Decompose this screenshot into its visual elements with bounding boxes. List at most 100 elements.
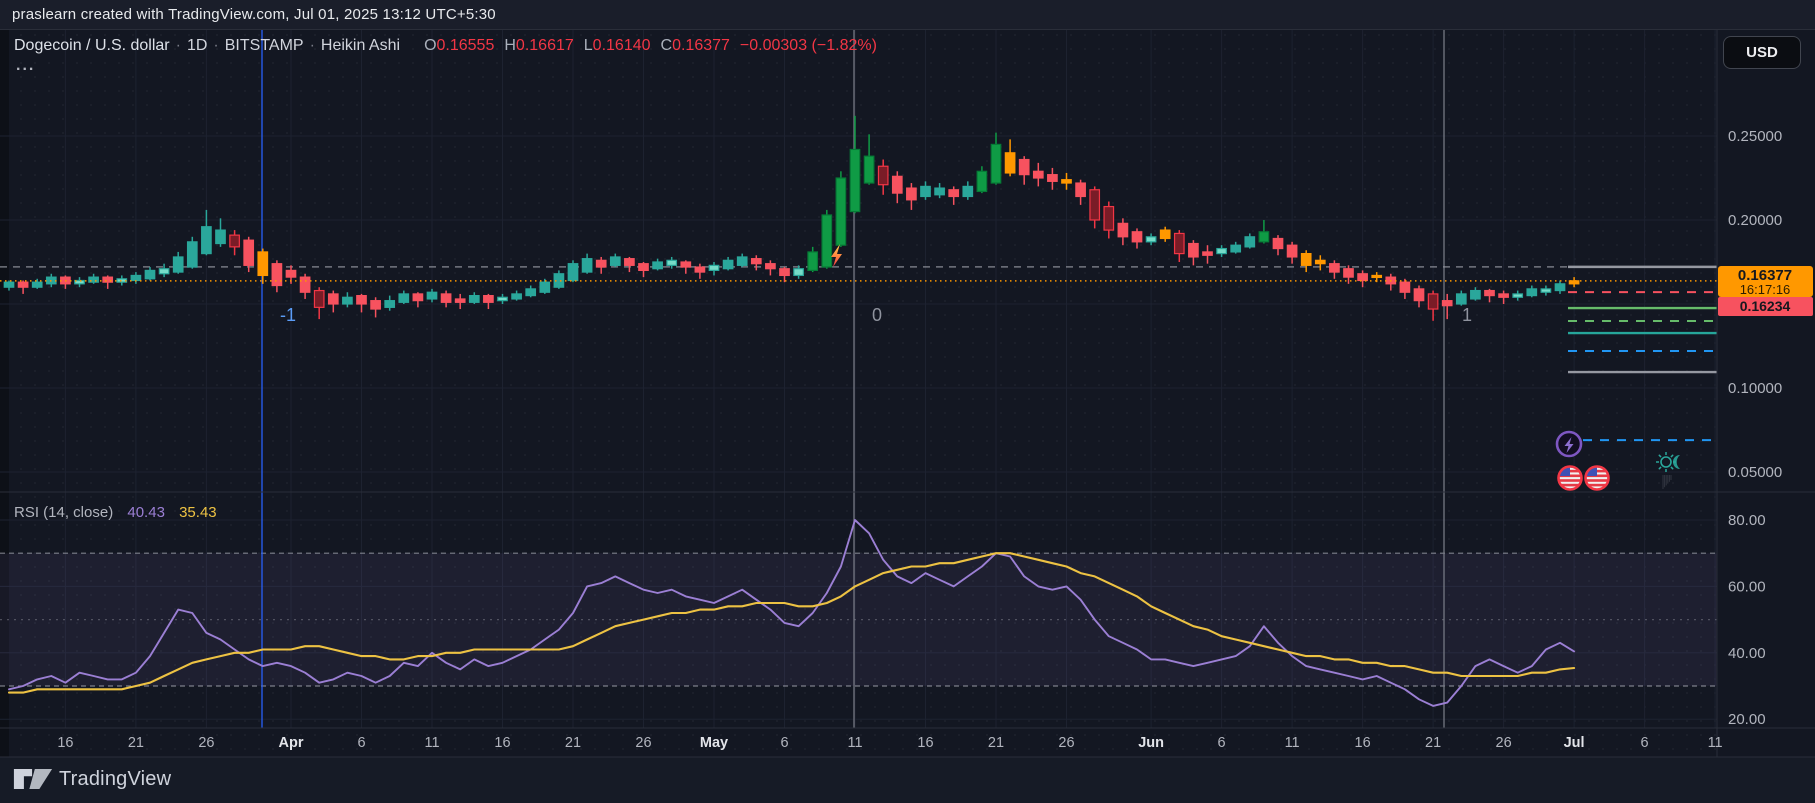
indicators-collapsed-ellipsis[interactable]: ... [16,57,35,75]
low-value: 0.16140 [593,37,651,54]
candle-body [300,277,310,292]
candle-body [244,240,254,265]
time-axis-label: 21 [128,735,144,751]
candle-body [1118,223,1128,236]
candle-body [512,294,521,299]
candle-body [893,176,903,193]
candle-body [582,259,592,272]
candle-body [1442,301,1452,306]
price-axis-label: 0.20000 [1728,212,1782,229]
candle-body [314,291,324,308]
candle-body [935,188,945,195]
candle-body [427,292,437,299]
candle-body [808,252,818,270]
candle-body [963,186,973,196]
candle-body [822,215,832,267]
rsi-axis-label: 60.00 [1728,578,1766,595]
screenshot-attribution-bar: praslearn created with TradingView.com, … [0,0,1815,30]
rsi-title[interactable]: RSI (14, close) [14,504,113,521]
candle-body [202,227,212,254]
candle-body [357,296,367,304]
candle-body [1189,244,1199,257]
legend-separator: · [176,37,181,54]
time-axis-label: 26 [1058,735,1074,751]
candle-body [921,186,931,196]
candle-body [1217,249,1227,254]
candle-body [371,301,381,309]
candle-body [526,289,536,296]
candle-body [1471,291,1481,299]
candle-body [18,282,28,287]
candle-body [1414,289,1424,301]
candle-body [230,235,240,247]
legend-separator: · [213,37,218,54]
tradingview-watermark[interactable]: TradingView [13,766,171,792]
candle-body [1555,284,1565,291]
rsi-ma-value: 35.43 [179,504,217,521]
candle-body [1062,180,1072,183]
symbol-name[interactable]: Dogecoin / U.S. dollar [14,37,170,54]
candle-body [173,257,183,272]
event-line-label: 1 [1462,305,1472,325]
ohlc-values: O0.16555H0.16617L0.16140C0.16377−0.00303… [414,37,877,54]
symbol-legend[interactable]: Dogecoin / U.S. dollar·1D·BITSTAMP·Heiki… [14,37,877,55]
currency-toggle-button[interactable]: USD [1723,36,1801,69]
chart-canvas[interactable]: -1010.250000.200000.100000.050000.163771… [0,0,1815,803]
candle-body [399,294,409,302]
high-label: H [504,37,516,54]
candle-body [470,296,480,303]
event-line-label: -1 [280,305,296,325]
low-label: L [584,37,593,54]
candle-body [1541,289,1551,292]
candle-body [1104,207,1114,231]
us-flag-event-icon[interactable] [1586,467,1609,490]
time-axis-label: 21 [565,735,581,751]
high-value: 0.16617 [516,37,574,54]
candle-body [1301,254,1311,266]
rsi-value: 40.43 [127,504,165,521]
candle-body [4,282,14,287]
candle-body [484,296,494,303]
time-axis-label: 11 [1285,735,1300,751]
candle-body [1527,289,1537,296]
currency-label: USD [1746,44,1778,61]
candle-body [32,282,42,287]
us-flag-event-icon[interactable] [1559,467,1582,490]
time-axis-label: 6 [1218,735,1226,751]
flash-marker-circle-icon[interactable] [1557,432,1581,456]
candle-body [780,269,790,276]
time-axis-label: 11 [847,735,862,751]
change-value: −0.00303 (−1.82%) [740,37,877,54]
candle-body [709,265,719,270]
time-axis-label: 11 [424,735,439,751]
attribution-text: praslearn created with TradingView.com, … [12,6,496,23]
interval-label[interactable]: 1D [187,37,207,54]
candle-body [159,269,169,274]
candle-body [1160,230,1170,238]
candle-body [1457,294,1467,304]
legend-separator: · [310,37,315,54]
candle-body [329,294,339,304]
candle-body [864,156,874,183]
candle-body [836,178,846,245]
candle-body [681,262,691,267]
candle-body [977,171,987,191]
candle-body [1019,160,1028,175]
candle-body [272,264,282,286]
candle-body [639,264,649,271]
candle-body [455,299,465,302]
exchange-label[interactable]: BITSTAMP [225,37,304,54]
time-axis-label: 16 [917,735,933,751]
time-axis-label: May [700,735,728,751]
candle-body [611,257,621,265]
candle-body [991,144,1001,183]
tradingview-logo-text: TradingView [59,768,171,791]
candle-body [737,257,747,265]
candle-body [498,297,508,300]
candle-body [907,188,917,200]
candle-body [188,242,198,267]
rsi-indicator-legend[interactable]: RSI (14, close) 40.43 35.43 [14,504,217,521]
current-price-badge: 0.1637716:17:16 [1718,266,1813,297]
candle-body [540,282,550,292]
candle-body [695,267,705,272]
